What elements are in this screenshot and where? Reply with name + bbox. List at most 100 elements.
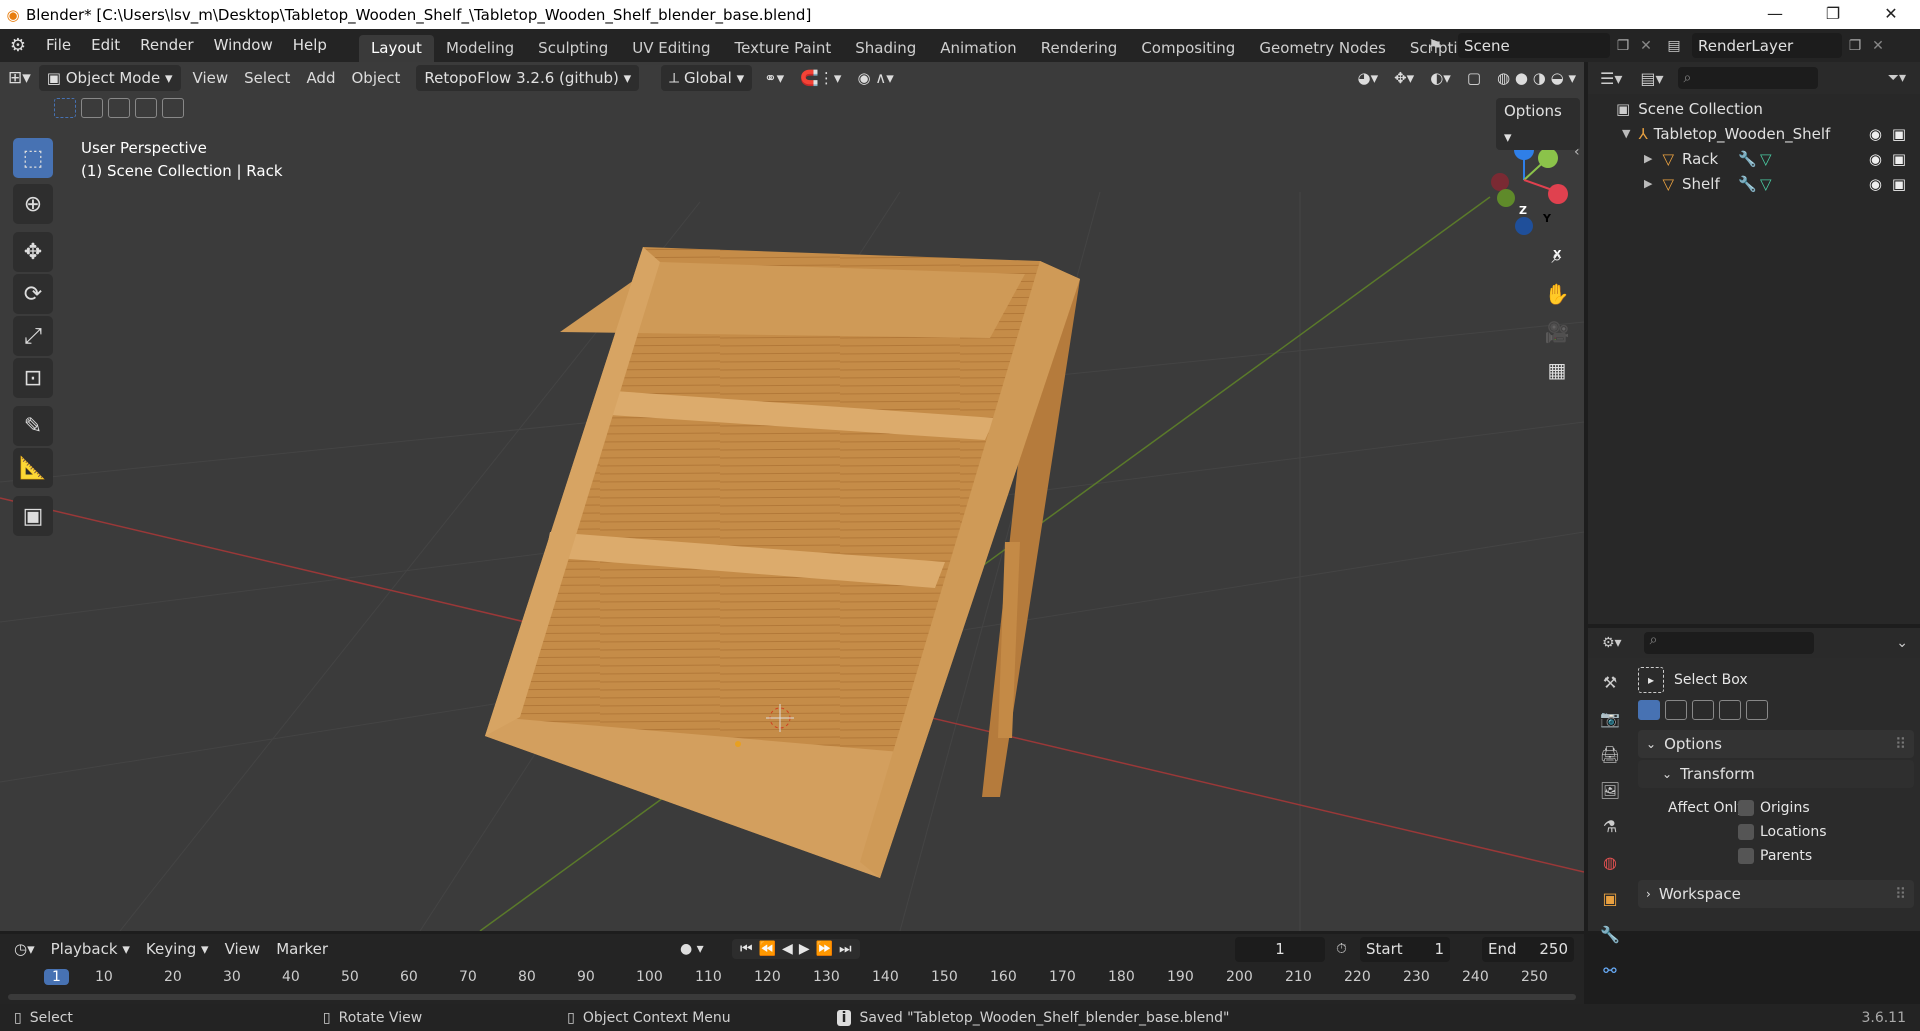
scene-icon[interactable]: ⚑ (1428, 36, 1458, 55)
menu-playback[interactable]: Playback ▾ (43, 935, 138, 963)
add-cube-tool[interactable]: ▣ (13, 496, 53, 536)
menu-render[interactable]: Render (130, 29, 203, 62)
options-panel-header[interactable]: ⌄ Options ⠿ (1638, 730, 1914, 758)
menu-help[interactable]: Help (283, 29, 337, 62)
tab-shading[interactable]: Shading (843, 35, 928, 62)
viewport-options-dropdown[interactable]: Options ▾ (1496, 98, 1580, 150)
blender-menu-icon[interactable]: ⚙ (0, 35, 36, 56)
visibility-icon[interactable]: ◕▾ (1349, 64, 1386, 92)
play-icon[interactable]: ▶ (799, 941, 810, 957)
tab-uv-editing[interactable]: UV Editing (620, 35, 722, 62)
parents-checkbox[interactable]: Parents (1738, 848, 1812, 864)
tool-tab-icon[interactable]: ⚒ (1596, 668, 1624, 696)
outliner-editor-icon[interactable]: ☰▾ (1600, 69, 1622, 88)
shading-modes-icon[interactable]: ◍ ● ◑ ◒ ▾ (1489, 64, 1584, 92)
measure-tool[interactable]: 📐 (13, 448, 53, 488)
drag-handle-icon[interactable]: ⠿ (1895, 735, 1906, 753)
mode-new-icon[interactable] (1638, 700, 1660, 720)
orientation-dropdown[interactable]: ⟂ Global ▾ (661, 65, 753, 91)
menu-view[interactable]: View (185, 64, 237, 92)
menu-select[interactable]: Select (236, 64, 298, 92)
transform-panel-header[interactable]: ⌄ Transform (1638, 760, 1914, 788)
outliner-row-rack[interactable]: ▶ ▽ Rack 🔧 ▽ ◉ ▣ (1588, 146, 1920, 171)
scale-tool[interactable]: ⤢ (13, 316, 53, 356)
select-new-icon[interactable] (54, 98, 76, 118)
record-keyframe-icon[interactable]: ● ▾ (680, 941, 704, 957)
restore-button[interactable]: ❐ (1804, 0, 1862, 29)
world-tab-icon[interactable]: ◍ (1596, 848, 1624, 876)
expand-arrow-icon[interactable]: ▶ (1644, 152, 1652, 165)
camera-icon[interactable]: 🎥 (1540, 315, 1574, 349)
xray-icon[interactable]: ▢ (1459, 64, 1489, 92)
collapse-chevron-icon[interactable]: ⌄ (1896, 635, 1908, 651)
menu-object[interactable]: Object (343, 64, 408, 92)
render-layer-selector[interactable]: RenderLayer (1692, 33, 1842, 58)
menu-keying[interactable]: Keying ▾ (138, 935, 217, 963)
new-scene-icon[interactable]: ❐ (1610, 38, 1636, 54)
timeline-editor-icon[interactable]: ◷▾ (6, 935, 43, 963)
stopwatch-icon[interactable]: ⏱ (1336, 941, 1347, 957)
outliner-search-input[interactable]: ⌕ (1677, 67, 1818, 89)
mode-invert-icon[interactable] (1719, 700, 1741, 720)
menu-marker[interactable]: Marker (268, 935, 336, 963)
move-tool[interactable]: ✥ (13, 232, 53, 272)
outliner-row-shelf[interactable]: ▶ ▽ Shelf 🔧 ▽ ◉ ▣ (1588, 171, 1920, 196)
modifier-tab-icon[interactable]: 🔧 (1596, 920, 1624, 948)
properties-search-input[interactable]: ⌕ (1643, 632, 1814, 654)
mesh-data-icon[interactable]: ▽ (1760, 175, 1772, 193)
gizmo-toggle-icon[interactable]: ✥▾ (1386, 64, 1422, 92)
drag-handle-icon[interactable]: ⠿ (1895, 885, 1906, 903)
select-intersect-icon[interactable] (162, 98, 184, 118)
eye-icon[interactable]: ◉ (1869, 150, 1882, 168)
locations-checkbox[interactable]: Locations (1738, 824, 1827, 840)
jump-start-icon[interactable]: ⏮ (740, 941, 753, 957)
scene-tab-icon[interactable]: ⚗ (1596, 812, 1624, 840)
play-reverse-icon[interactable]: ◀ (782, 941, 793, 957)
eye-icon[interactable]: ◉ (1869, 125, 1882, 143)
start-frame-field[interactable]: Start 1 (1360, 936, 1450, 962)
render-tab-icon[interactable]: 📷 (1596, 704, 1624, 732)
mode-dropdown[interactable]: ▣ Object Mode ▾ (38, 65, 181, 91)
view-layer-tab-icon[interactable]: 🖼 (1596, 776, 1624, 804)
cursor-tool[interactable]: ⊕ (13, 184, 53, 224)
jump-end-icon[interactable]: ⏭ (839, 941, 852, 957)
select-box-tool[interactable]: ⬚ (13, 138, 53, 178)
select-extend-icon[interactable] (81, 98, 103, 118)
mode-subtract-icon[interactable] (1692, 700, 1714, 720)
pan-hand-icon[interactable]: ✋ (1540, 277, 1574, 311)
end-frame-field[interactable]: End 250 (1482, 936, 1574, 962)
select-subtract-icon[interactable] (108, 98, 130, 118)
navigation-gizmo[interactable] (1491, 140, 1568, 235)
constraint-tab-icon[interactable]: ⚯ (1596, 956, 1624, 984)
timeline-scrollbar[interactable] (8, 994, 1576, 1000)
tab-sculpting[interactable]: Sculpting (526, 35, 620, 62)
menu-window[interactable]: Window (204, 29, 283, 62)
render-camera-icon[interactable]: ▣ (1892, 125, 1906, 143)
proportional-edit-icon[interactable]: ◉ ∧▾ (849, 64, 901, 92)
eye-icon[interactable]: ◉ (1869, 175, 1882, 193)
origins-checkbox[interactable]: Origins (1738, 800, 1810, 816)
menu-edit[interactable]: Edit (81, 29, 130, 62)
outliner-row-tabletop[interactable]: ▼ ⅄ Tabletop_Wooden_Shelf ◉ ▣ (1588, 121, 1920, 146)
tab-texture-paint[interactable]: Texture Paint (722, 35, 843, 62)
output-tab-icon[interactable]: 🖨 (1596, 740, 1624, 768)
next-keyframe-icon[interactable]: ⏩ (816, 941, 833, 957)
tab-compositing[interactable]: Compositing (1129, 35, 1247, 62)
perspective-grid-icon[interactable]: ▦ (1540, 353, 1574, 387)
sidebar-toggle-icon[interactable]: ‹ (1574, 144, 1580, 160)
select-invert-icon[interactable] (135, 98, 157, 118)
new-layer-icon[interactable]: ❐ (1842, 38, 1868, 54)
menu-file[interactable]: File (36, 29, 81, 62)
remove-scene-icon[interactable]: ✕ (1636, 38, 1656, 54)
pivot-point-icon[interactable]: ⚭▾ (756, 64, 792, 92)
current-frame-field[interactable]: 1 (1235, 936, 1325, 962)
mode-intersect-icon[interactable] (1746, 700, 1768, 720)
3d-viewport[interactable]: Z Y X ⊞▾ ▣ Object Mode ▾ View Select Add… (0, 62, 1584, 931)
tab-layout[interactable]: Layout (358, 35, 434, 62)
tab-rendering[interactable]: Rendering (1029, 35, 1130, 62)
minimize-button[interactable]: — (1746, 0, 1804, 29)
expand-arrow-icon[interactable]: ▼ (1622, 127, 1630, 140)
tab-modeling[interactable]: Modeling (434, 35, 526, 62)
render-camera-icon[interactable]: ▣ (1892, 150, 1906, 168)
outliner-row-scene-collection[interactable]: ▣ Scene Collection (1588, 96, 1920, 121)
